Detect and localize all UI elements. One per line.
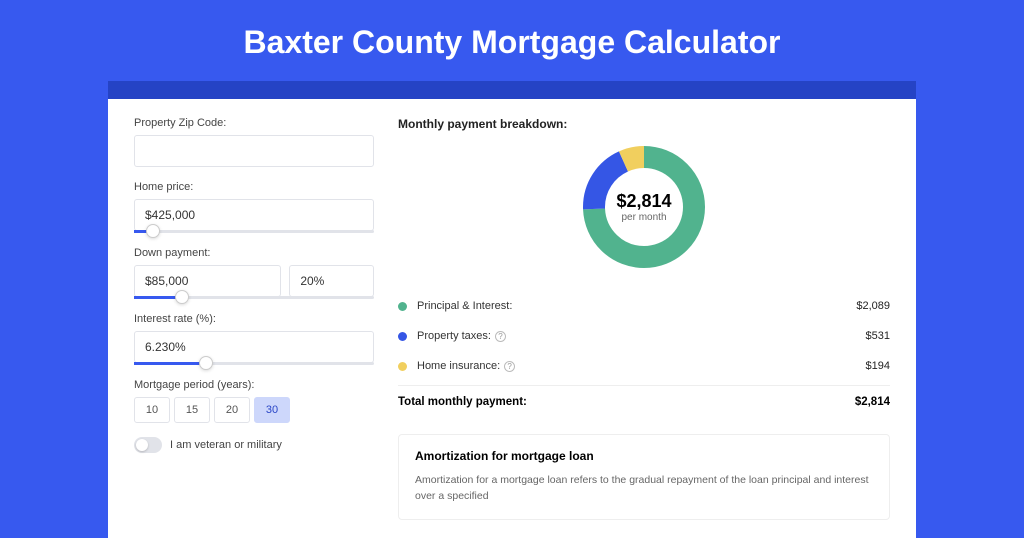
home-price-input[interactable] [134,199,374,231]
down-payment-percent-input[interactable] [289,265,374,297]
legend-dot-icon [398,362,407,371]
legend-value: $531 [866,330,890,342]
veteran-label: I am veteran or military [170,439,282,451]
legend-label: Property taxes: ? [417,330,866,342]
home-price-label: Home price: [134,181,374,193]
legend-dot-icon [398,332,407,341]
inputs-panel: Property Zip Code: Home price: Down paym… [134,117,374,520]
legend-label-text: Property taxes: [417,330,491,342]
info-icon[interactable]: ? [495,331,506,342]
down-payment-amount-input[interactable] [134,265,281,297]
down-payment-label: Down payment: [134,247,374,259]
legend-label: Home insurance: ? [417,360,866,372]
mortgage-period-label: Mortgage period (years): [134,379,374,391]
period-btn-15[interactable]: 15 [174,397,210,423]
zip-label: Property Zip Code: [134,117,374,129]
interest-rate-label: Interest rate (%): [134,313,374,325]
info-icon[interactable]: ? [504,361,515,372]
amortization-title: Amortization for mortgage loan [415,449,873,463]
donut-center: $2,814 per month [580,143,708,271]
results-panel: Monthly payment breakdown: $2,814 per mo… [398,117,890,520]
period-btn-20[interactable]: 20 [214,397,250,423]
period-btn-30[interactable]: 30 [254,397,290,423]
home-price-slider[interactable] [134,230,374,233]
donut-chart-wrap: $2,814 per month [398,143,890,271]
slider-thumb[interactable] [146,224,160,238]
slider-thumb[interactable] [199,356,213,370]
page-title: Baxter County Mortgage Calculator [0,0,1024,81]
interest-rate-input[interactable] [134,331,374,363]
interest-rate-field: Interest rate (%): [134,313,374,365]
zip-field: Property Zip Code: [134,117,374,167]
legend-insurance: Home insurance: ? $194 [398,351,890,381]
legend-label-text: Home insurance: [417,360,500,372]
amortization-section: Amortization for mortgage loan Amortizat… [398,434,890,520]
legend-value: $2,089 [856,300,890,312]
calculator-card: Property Zip Code: Home price: Down paym… [108,99,916,538]
home-price-field: Home price: [134,181,374,233]
slider-thumb[interactable] [175,290,189,304]
total-label: Total monthly payment: [398,396,527,408]
legend-label: Principal & Interest: [417,300,856,312]
legend-principal: Principal & Interest: $2,089 [398,291,890,321]
donut-chart: $2,814 per month [580,143,708,271]
mortgage-period-field: Mortgage period (years): 10 15 20 30 [134,379,374,423]
down-payment-slider[interactable] [134,296,374,299]
zip-input[interactable] [134,135,374,167]
veteran-toggle[interactable] [134,437,162,453]
interest-rate-slider[interactable] [134,362,374,365]
legend-label-text: Principal & Interest: [417,300,512,312]
donut-sub: per month [621,212,666,223]
legend-value: $194 [866,360,890,372]
donut-amount: $2,814 [616,191,671,212]
legend-dot-icon [398,302,407,311]
period-btn-10[interactable]: 10 [134,397,170,423]
period-buttons: 10 15 20 30 [134,397,374,423]
total-row: Total monthly payment: $2,814 [398,385,890,418]
slider-fill [134,362,206,365]
down-payment-field: Down payment: [134,247,374,299]
legend-taxes: Property taxes: ? $531 [398,321,890,351]
veteran-toggle-row: I am veteran or military [134,437,374,453]
amortization-text: Amortization for a mortgage loan refers … [415,473,873,505]
breakdown-title: Monthly payment breakdown: [398,117,890,131]
total-value: $2,814 [855,396,890,408]
